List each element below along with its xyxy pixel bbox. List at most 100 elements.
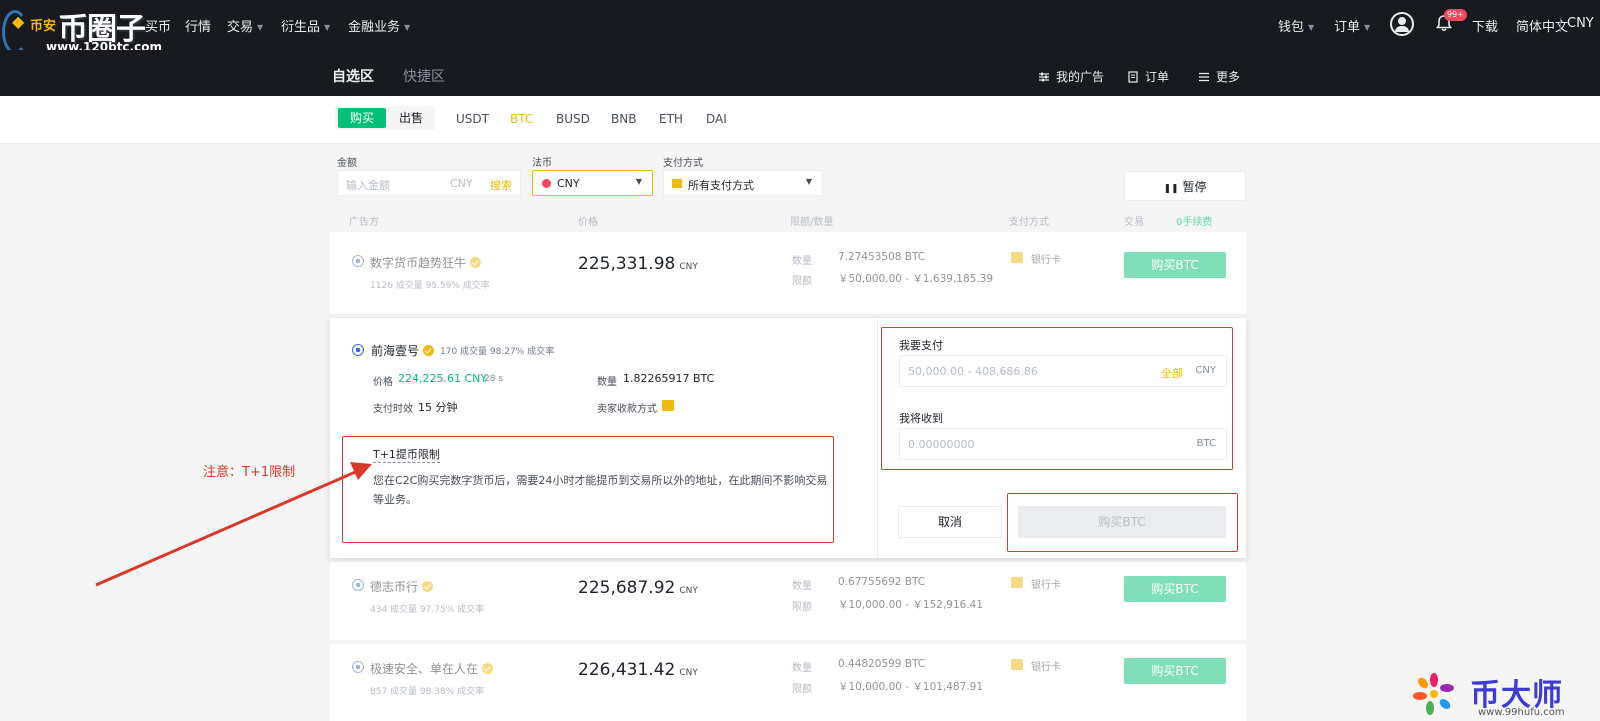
bank-card-icon — [1011, 252, 1023, 263]
binance-diamond-icon: ◆ — [12, 12, 25, 31]
tab-express-select[interactable]: 自选区 — [332, 66, 374, 99]
amount-input[interactable]: 输入金额 CNY 搜索 — [337, 170, 521, 196]
nav-item-derivatives[interactable]: 衍生品 ▼ — [281, 16, 330, 35]
fiat-select[interactable]: CNY ▼ — [532, 170, 653, 196]
limit-label: 限额 — [792, 276, 812, 287]
quantity-value: 1.82265917 BTC — [623, 372, 715, 385]
advertiser-stats: 1126 成交量 95.59% 成交率 — [370, 281, 490, 291]
nav-item-buy-crypto[interactable]: 买币 — [145, 16, 171, 35]
advertiser-name[interactable]: 德志币行 — [370, 578, 434, 595]
caret-down-icon: ▼ — [1364, 23, 1371, 32]
asset-tab-usdt[interactable]: USDT — [456, 112, 489, 126]
quantity-label: 数量 — [792, 256, 812, 267]
pause-icon: ❚❚ — [1163, 184, 1179, 194]
bank-card-icon — [1011, 577, 1023, 588]
annotation-box-inputs — [881, 327, 1233, 470]
quantity-value: 7.27453508 BTC — [838, 251, 926, 263]
user-avatar-icon[interactable] — [1390, 12, 1414, 36]
advertiser-stats: 434 成交量 97.75% 成交率 — [370, 605, 485, 615]
ad-price: 225,331.98 CNY — [578, 254, 698, 274]
tab-quick-zone[interactable]: 快捷区 — [403, 66, 445, 86]
price-currency: CNY — [679, 586, 698, 596]
buy-btc-button[interactable]: 购买BTC — [1124, 658, 1226, 684]
nav-item-trade[interactable]: 交易 ▼ — [227, 16, 263, 35]
fiat-selected: CNY — [557, 177, 580, 190]
pause-refresh-button[interactable]: ❚❚ 暂停 — [1124, 171, 1246, 201]
payment-card-icon — [672, 179, 682, 188]
advertiser-name[interactable]: 数字货币趋势狂牛 — [370, 254, 482, 271]
caret-down-icon: ▼ — [324, 23, 331, 32]
more-label: 更多 — [1216, 70, 1241, 84]
pay-time-label: 支付时效 — [373, 404, 413, 415]
payment-method: 银行卡 — [1031, 662, 1061, 673]
seller-payment-label: 卖家收款方式 — [597, 404, 657, 415]
quantity-value: 0.67755692 BTC — [838, 576, 926, 588]
menu-icon — [1199, 72, 1209, 82]
annotation-box-buy — [1007, 493, 1238, 552]
header-advertiser: 广告方 — [349, 217, 379, 228]
header-zero-fee: 0手续费 — [1176, 217, 1213, 228]
nav-wallet[interactable]: 钱包 ▼ — [1278, 16, 1314, 35]
search-button[interactable]: 搜索 — [490, 177, 512, 193]
buy-sell-toggle: 购买 出售 — [335, 106, 435, 130]
nav-download[interactable]: 下载 — [1472, 16, 1498, 35]
verified-badge-icon — [423, 345, 435, 356]
caret-down-icon: ▼ — [257, 23, 264, 32]
price-value: 226,431.42 — [578, 660, 676, 680]
asset-tab-bnb[interactable]: BNB — [611, 112, 636, 126]
amount-currency: CNY — [450, 177, 473, 190]
buy-toggle-button[interactable]: 购买 — [338, 108, 386, 128]
buy-btc-button[interactable]: 购买BTC — [1124, 252, 1226, 278]
order-link[interactable]: 订单 — [1127, 68, 1169, 85]
table-row: 数字货币趋势狂牛 1126 成交量 95.59% 成交率 225,331.98 C… — [330, 232, 1246, 314]
caret-down-icon: ▼ — [1308, 23, 1315, 32]
header-price: 价格 — [578, 217, 598, 228]
nav-item-markets[interactable]: 行情 — [185, 16, 211, 35]
table-row: 极速安全、单在人在 857 成交量 98.38% 成交率 226,431.42 C… — [330, 644, 1246, 721]
nav-item-finance[interactable]: 金融业务 ▼ — [348, 16, 410, 35]
table-row: 德志币行 434 成交量 97.75% 成交率 225,687.92 CNY 数量… — [330, 562, 1246, 640]
advertiser-stats: 170 成交量 98.27% 成交率 — [440, 347, 555, 357]
buy-btc-button[interactable]: 购买BTC — [1124, 576, 1226, 602]
asset-tab-busd[interactable]: BUSD — [556, 112, 590, 126]
advertiser-name[interactable]: 前海壹号 — [371, 342, 435, 359]
nav-item-label: 金融业务 — [348, 20, 401, 35]
price-label: 价格 — [373, 377, 393, 388]
more-link[interactable]: 更多 — [1198, 68, 1240, 85]
price-refresh-time: 28 s — [484, 374, 504, 384]
quantity-label: 数量 — [597, 377, 617, 388]
nav-wallet-label: 钱包 — [1278, 20, 1305, 35]
advertiser-stats: 857 成交量 98.38% 成交率 — [370, 687, 485, 697]
limit-label: 限额 — [792, 684, 812, 695]
payment-method: 银行卡 — [1031, 255, 1061, 266]
advertiser-name-text: 数字货币趋势狂牛 — [370, 256, 467, 270]
amount-placeholder: 输入金额 — [346, 179, 390, 192]
asset-tab-dai[interactable]: DAI — [706, 112, 727, 126]
caret-down-icon: ▼ — [404, 23, 411, 32]
payment-select[interactable]: 所有支付方式 ▼ — [663, 170, 823, 196]
watermark-flower-icon — [1413, 673, 1454, 715]
amount-label: 金额 — [337, 158, 357, 169]
advertiser-name-text: 极速安全、单在人在 — [370, 662, 479, 676]
my-ads-link[interactable]: 我的广告 — [1038, 68, 1104, 85]
asset-tab-eth[interactable]: ETH — [659, 112, 683, 126]
nav-orders[interactable]: 订单 ▼ — [1334, 16, 1370, 35]
asset-tab-btc[interactable]: BTC — [510, 112, 533, 126]
limit-label: 限额 — [792, 602, 812, 613]
nav-orders-label: 订单 — [1334, 20, 1361, 35]
verified-badge-icon — [482, 663, 494, 674]
advertiser-name-text: 德志币行 — [370, 580, 419, 594]
quantity-label: 数量 — [792, 663, 812, 674]
advertiser-avatar-icon — [352, 344, 364, 356]
nav-item-label: 衍生品 — [281, 20, 321, 35]
advertiser-name[interactable]: 极速安全、单在人在 — [370, 660, 494, 677]
header-limit: 限额/数量 — [790, 217, 834, 228]
my-ads-label: 我的广告 — [1056, 70, 1105, 84]
nav-currency[interactable]: CNY — [1567, 16, 1594, 31]
limit-value: ￥10,000.00 - ￥152,916.41 — [838, 599, 984, 611]
cancel-button[interactable]: 取消 — [898, 506, 1002, 538]
sell-toggle-button[interactable]: 出售 — [387, 108, 435, 128]
verified-badge-icon — [470, 257, 482, 268]
advertiser-avatar-icon — [352, 579, 364, 591]
price-value: 224,225.61 CNY — [398, 372, 488, 385]
